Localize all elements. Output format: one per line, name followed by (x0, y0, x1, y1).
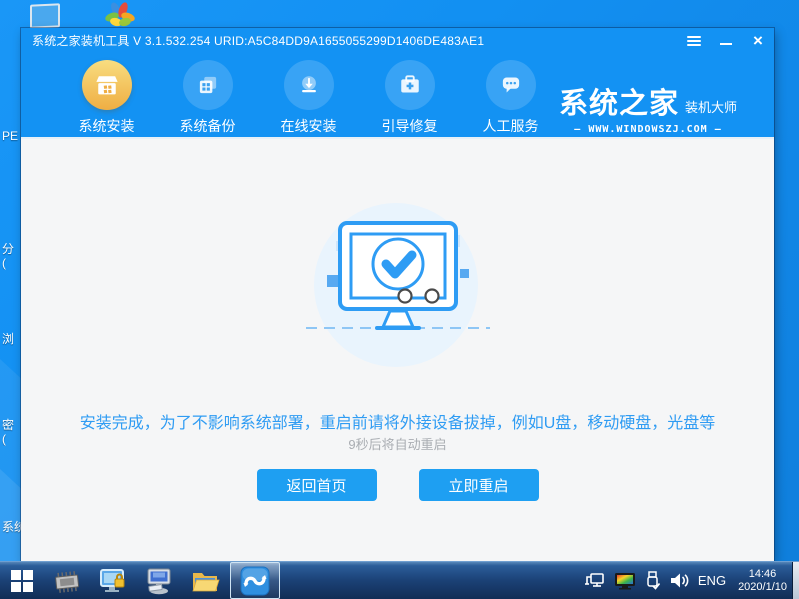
desktop-monitor-icon[interactable] (30, 3, 60, 29)
system-tray: ENG 14:46 2020/1/10 (584, 562, 787, 599)
backup-copy-icon (182, 60, 233, 110)
taskbar-clock[interactable]: 14:46 2020/1/10 (738, 568, 787, 594)
taskbar-memory-chip-icon[interactable] (44, 562, 90, 599)
desktop-icon-label-fragment[interactable]: 密 ( (2, 418, 21, 446)
clock-date: 2020/1/10 (738, 580, 787, 593)
installer-window: 系统之家装机工具 V 3.1.532.254 URID:A5C84DD9A165… (21, 28, 774, 561)
title-bar: 系统之家装机工具 V 3.1.532.254 URID:A5C84DD9A165… (21, 28, 774, 53)
brand-subtitle: 装机大师 (685, 100, 738, 115)
taskbar: ENG 14:46 2020/1/10 (0, 561, 799, 599)
nav-system-install[interactable]: 系统安装 (56, 60, 157, 136)
nav-label: 系统备份 (179, 118, 236, 134)
show-desktop-button[interactable] (792, 562, 799, 599)
install-box-icon (81, 60, 132, 110)
brand-name: 系统之家 (558, 88, 679, 120)
desktop-icon-label-fragment[interactable]: 浏 (2, 332, 21, 346)
speaker-icon[interactable] (669, 572, 689, 589)
display-color-icon[interactable] (614, 572, 636, 590)
back-home-button[interactable]: 返回首页 (256, 469, 377, 501)
menu-icon[interactable] (686, 33, 702, 49)
desktop-icon-label-fragment[interactable]: PE (2, 129, 21, 143)
nav-label: 人工服务 (482, 118, 539, 134)
desktop-icon-label-fragment[interactable]: 系统 (2, 520, 23, 534)
success-monitor-icon (298, 215, 498, 370)
nav-bar: 系统安装 系统备份 在线安装 引导修复 人工服务 系统之家 装机大师 — WWW… (21, 53, 774, 137)
start-button[interactable] (0, 562, 44, 599)
taskbar-screen-lock-icon[interactable] (90, 562, 136, 599)
download-icon (283, 60, 334, 110)
main-content: 安装完成，为了不影响系统部署，重启前请将外接设备拔掉，例如U盘，移动硬盘，光盘等… (21, 137, 774, 561)
taskbar-computer-icon[interactable] (136, 562, 182, 599)
restart-now-button[interactable]: 立即重启 (418, 469, 539, 501)
language-indicator[interactable]: ENG (698, 573, 726, 588)
close-icon[interactable]: × (750, 32, 766, 49)
chat-support-icon (485, 60, 536, 110)
completion-message: 安装完成，为了不影响系统部署，重启前请将外接设备拔掉，例如U盘，移动硬盘，光盘等 (79, 415, 716, 432)
minimize-icon[interactable] (718, 33, 734, 49)
restart-countdown: 9秒后将自动重启 (348, 437, 447, 452)
usb-device-icon[interactable] (645, 571, 660, 590)
clock-time: 14:46 (748, 567, 777, 580)
taskbar-folder-icon[interactable] (182, 562, 228, 599)
window-title: 系统之家装机工具 V 3.1.532.254 URID:A5C84DD9A165… (32, 34, 485, 48)
brand-logo: 系统之家 装机大师 — WWW.WINDOWSZJ.COM — (550, 89, 746, 135)
repair-kit-icon (384, 60, 435, 110)
desktop-icon-label-fragment[interactable]: 分 ( (2, 242, 21, 270)
nav-label: 在线安装 (280, 118, 337, 134)
nav-label: 系统安装 (78, 118, 135, 134)
brand-website: — WWW.WINDOWSZJ.COM — (574, 124, 722, 135)
taskbar-installer-app-icon[interactable] (230, 562, 280, 599)
windows-logo-icon (11, 569, 33, 592)
nav-human-support[interactable]: 人工服务 (460, 60, 561, 136)
network-icon[interactable] (584, 572, 605, 589)
nav-label: 引导修复 (381, 118, 438, 134)
nav-online-install[interactable]: 在线安装 (258, 60, 359, 136)
screen: PE 分 ( 浏 密 ( 系统 系统之家装机工具 V 3.1.532.254 U… (0, 0, 799, 599)
nav-boot-repair[interactable]: 引导修复 (359, 60, 460, 136)
nav-system-backup[interactable]: 系统备份 (157, 60, 258, 136)
